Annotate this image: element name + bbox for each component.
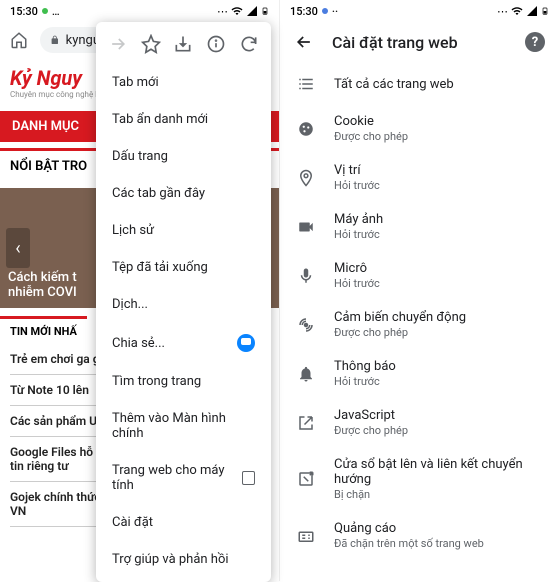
location-icon bbox=[296, 168, 316, 188]
menu-bookmarks[interactable]: Dấu trang bbox=[96, 138, 271, 175]
menu-add-home[interactable]: Thêm vào Màn hình chính bbox=[96, 400, 271, 452]
left-screen: 15:30 … ⋯ kyngu Kỷ Nguy Chuyên mục công … bbox=[0, 0, 280, 581]
url-text: kyngu bbox=[66, 33, 100, 48]
row-cookie[interactable]: CookieĐược cho phép bbox=[280, 104, 559, 153]
signal-icon bbox=[246, 5, 258, 17]
menu-new-tab[interactable]: Tab mới bbox=[96, 64, 271, 101]
row-ads[interactable]: Quảng cáoĐã chặn trên một số trang web bbox=[280, 511, 559, 560]
desktop-checkbox[interactable] bbox=[242, 471, 255, 485]
status-time: 15:30 bbox=[290, 5, 318, 18]
page-title: Cài đặt trang web bbox=[332, 33, 507, 52]
voip-icon: ⋯ bbox=[217, 5, 228, 18]
home-icon[interactable] bbox=[10, 31, 28, 49]
camera-icon bbox=[296, 217, 316, 237]
launch-icon bbox=[296, 413, 316, 433]
chrome-overflow-menu: Tab mới Tab ẩn danh mới Dấu trang Các ta… bbox=[96, 22, 271, 582]
menu-find[interactable]: Tìm trong trang bbox=[96, 363, 271, 400]
wifi-icon bbox=[231, 5, 243, 17]
list-icon bbox=[296, 74, 316, 94]
status-time: 15:30 bbox=[10, 5, 38, 18]
download-icon[interactable] bbox=[173, 34, 193, 54]
menu-desktop-site[interactable]: Trang web cho máy tính bbox=[96, 452, 271, 504]
menu-recent-tabs[interactable]: Các tab gần đây bbox=[96, 175, 271, 212]
row-javascript[interactable]: JavaScriptĐược cho phép bbox=[280, 398, 559, 447]
status-more: … bbox=[52, 5, 60, 18]
mic-icon bbox=[296, 266, 316, 286]
news-badge: TIN MỚI NHẤ bbox=[0, 316, 87, 344]
settings-toolbar: Cài đặt trang web ? bbox=[280, 20, 559, 64]
wifi-icon bbox=[511, 5, 523, 17]
signal-icon bbox=[526, 5, 538, 17]
settings-list: Tất cả các trang web CookieĐược cho phép… bbox=[280, 64, 559, 581]
star-icon[interactable] bbox=[141, 34, 161, 54]
row-notifications[interactable]: Thông báoHỏi trước bbox=[280, 349, 559, 398]
menu-help[interactable]: Trợ giúp và phản hồi bbox=[96, 541, 271, 578]
battery-icon bbox=[261, 5, 269, 17]
back-icon[interactable] bbox=[294, 32, 314, 52]
bell-icon bbox=[296, 364, 316, 384]
menu-incognito[interactable]: Tab ẩn danh mới bbox=[96, 101, 271, 138]
carousel-prev-icon[interactable]: ‹ bbox=[6, 228, 30, 268]
status-dot-icon bbox=[42, 8, 48, 14]
ads-icon bbox=[296, 526, 316, 546]
row-motion[interactable]: Cảm biến chuyển độngĐược cho phép bbox=[280, 300, 559, 349]
row-all-sites[interactable]: Tất cả các trang web bbox=[280, 64, 559, 104]
info-icon[interactable] bbox=[206, 34, 226, 54]
row-microphone[interactable]: MicrôHỏi trước bbox=[280, 251, 559, 300]
menu-translate[interactable]: Dịch... bbox=[96, 286, 271, 323]
row-popups[interactable]: Cửa sổ bật lên và liên kết chuyển hướngB… bbox=[280, 447, 559, 511]
popup-icon bbox=[296, 469, 316, 489]
status-more: ·· bbox=[332, 5, 338, 18]
right-screen: 15:30 ·· ⋯ Cài đặt trang web ? Tất cả cá… bbox=[280, 0, 559, 581]
row-camera[interactable]: Máy ảnhHỏi trước bbox=[280, 202, 559, 251]
lock-icon bbox=[50, 31, 60, 49]
voip-icon: ⋯ bbox=[497, 5, 508, 18]
row-location[interactable]: Vị tríHỏi trước bbox=[280, 153, 559, 202]
motion-icon bbox=[296, 315, 316, 335]
cookie-icon bbox=[296, 119, 316, 139]
menu-share[interactable]: Chia sẻ... bbox=[96, 323, 271, 363]
battery-icon bbox=[541, 5, 549, 17]
help-icon[interactable]: ? bbox=[525, 32, 545, 52]
menu-toolbar bbox=[96, 22, 271, 64]
menu-settings[interactable]: Cài đặt bbox=[96, 504, 271, 541]
menu-downloads[interactable]: Tệp đã tải xuống bbox=[96, 249, 271, 286]
forward-icon[interactable] bbox=[108, 34, 128, 54]
status-dot-icon bbox=[322, 8, 328, 14]
status-bar: 15:30 … ⋯ bbox=[0, 0, 279, 20]
status-bar: 15:30 ·· ⋯ bbox=[280, 0, 559, 20]
hero-caption: Cách kiếm t nhiễm COVI bbox=[8, 270, 77, 300]
menu-history[interactable]: Lịch sử bbox=[96, 212, 271, 249]
refresh-icon[interactable] bbox=[239, 34, 259, 54]
messenger-icon bbox=[237, 334, 255, 352]
